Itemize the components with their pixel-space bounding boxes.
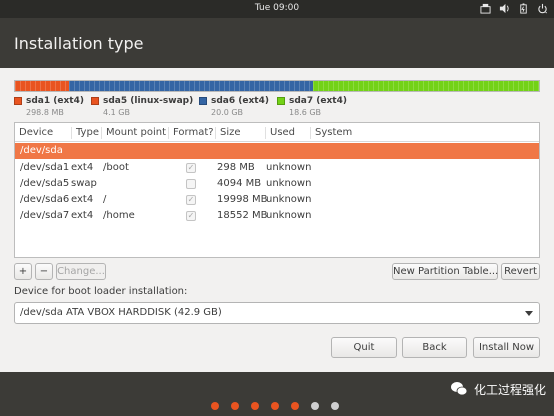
format-checkbox[interactable]: ✓ <box>186 163 196 173</box>
format-checkbox[interactable]: ✓ <box>186 195 196 205</box>
battery-icon[interactable] <box>518 3 529 14</box>
boot-loader-select[interactable]: /dev/sda ATA VBOX HARDDISK (42.9 GB) <box>14 302 540 324</box>
cell-used: unknown <box>266 210 312 221</box>
new-partition-table-button[interactable]: New Partition Table... <box>392 263 498 280</box>
partition-table[interactable]: Device Type Mount point Format? Size Use… <box>14 122 540 258</box>
progress-dot <box>271 402 279 410</box>
legend-label: sda6 (ext4) <box>211 96 269 106</box>
progress-dot <box>231 402 239 410</box>
power-menu-icon[interactable] <box>537 3 548 14</box>
wechat-logo-icon <box>450 382 468 396</box>
partition-bar <box>14 80 540 92</box>
cell-type: ext4 <box>71 210 94 221</box>
cell-mount-point: / <box>103 194 107 205</box>
partition-segment <box>68 81 314 91</box>
cell-size: 18552 MB <box>217 210 268 221</box>
clock[interactable]: Tue 09:00 <box>0 3 554 13</box>
cell-device: /dev/sda7 <box>20 210 70 221</box>
cell-type: swap <box>71 178 97 189</box>
table-header: Device Type Mount point Format? Size Use… <box>15 123 539 142</box>
cell-mount-point: /boot <box>103 162 129 173</box>
partition-segment <box>313 81 539 91</box>
boot-loader-value: /dev/sda ATA VBOX HARDDISK (42.9 GB) <box>20 307 222 318</box>
column-system[interactable]: System <box>310 127 352 139</box>
legend-size: 4.1 GB <box>103 108 130 117</box>
format-checkbox[interactable] <box>186 179 196 189</box>
installer-content: sda1 (ext4) 298.8 MB sda5 (linux-swap) 4.1 … <box>0 68 554 372</box>
legend-swatch <box>91 97 99 105</box>
progress-dot <box>251 402 259 410</box>
top-panel: Tue 09:00 <box>0 0 554 18</box>
cell-device: /dev/sda5 <box>20 178 70 189</box>
cell-size: 19998 MB <box>217 194 268 205</box>
legend-swatch <box>14 97 22 105</box>
table-row[interactable]: /dev/sda1 ext4/boot 298 MB unknown ✓ <box>15 160 539 176</box>
revert-button[interactable]: Revert <box>501 263 540 280</box>
cell-used: unknown <box>266 162 312 173</box>
legend-label: sda1 (ext4) <box>26 96 84 106</box>
progress-dot <box>291 402 299 410</box>
legend-label: sda5 (linux-swap) <box>103 96 194 106</box>
install-now-button[interactable]: Install Now <box>473 337 540 358</box>
table-row[interactable]: /dev/sda7 ext4/home 18552 MB unknown ✓ <box>15 208 539 224</box>
network-icon[interactable] <box>480 3 491 14</box>
cell-type: ext4 <box>71 162 94 173</box>
installer-footer: 化工过程强化 <box>0 372 554 416</box>
cell-size: 298 MB <box>217 162 255 173</box>
column-format[interactable]: Format? <box>168 127 214 139</box>
partition-legend: sda1 (ext4) 298.8 MB sda5 (linux-swap) 4.1 … <box>14 96 540 118</box>
column-mount-point[interactable]: Mount point <box>101 127 166 139</box>
legend-size: 18.6 GB <box>289 108 322 117</box>
installer-header: Installation type <box>0 18 554 68</box>
column-device[interactable]: Device <box>15 127 53 139</box>
volume-icon[interactable] <box>499 3 510 14</box>
partition-segment <box>15 81 69 91</box>
cell-size: 4094 MB <box>217 178 262 189</box>
watermark: 化工过程强化 <box>450 380 546 398</box>
disk-label: /dev/sda <box>20 145 63 156</box>
boot-loader-label: Device for boot loader installation: <box>14 286 188 297</box>
disk-row-sda[interactable]: /dev/sda <box>15 143 539 159</box>
cell-type: ext4 <box>71 194 94 205</box>
page-title: Installation type <box>14 34 144 53</box>
column-used[interactable]: Used <box>265 127 295 139</box>
change-partition-button[interactable]: Change... <box>56 263 106 280</box>
table-row[interactable]: /dev/sda6 ext4 / 19998 MB unknown ✓ <box>15 192 539 208</box>
quit-button[interactable]: Quit <box>331 337 397 358</box>
cell-mount-point: /home <box>103 210 135 221</box>
dropdown-arrow-icon <box>525 311 533 316</box>
table-row[interactable]: /dev/sda5 swap 4094 MB unknown <box>15 176 539 192</box>
legend-swatch <box>199 97 207 105</box>
back-button[interactable]: Back <box>402 337 467 358</box>
progress-dot <box>211 402 219 410</box>
progress-dot <box>331 402 339 410</box>
legend-size: 298.8 MB <box>26 108 64 117</box>
legend-swatch <box>277 97 285 105</box>
progress-dot <box>311 402 319 410</box>
cell-used: unknown <box>266 194 312 205</box>
legend-size: 20.0 GB <box>211 108 244 117</box>
progress-dots <box>211 402 339 410</box>
system-tray <box>480 3 548 14</box>
column-type[interactable]: Type <box>71 127 99 139</box>
watermark-text: 化工过程强化 <box>473 382 546 397</box>
cell-device: /dev/sda1 <box>20 162 70 173</box>
column-size[interactable]: Size <box>215 127 241 139</box>
remove-partition-button[interactable]: − <box>35 263 53 280</box>
legend-label: sda7 (ext4) <box>289 96 347 106</box>
format-checkbox[interactable]: ✓ <box>186 211 196 221</box>
add-partition-button[interactable]: + <box>14 263 32 280</box>
cell-used: unknown <box>266 178 312 189</box>
cell-device: /dev/sda6 <box>20 194 70 205</box>
